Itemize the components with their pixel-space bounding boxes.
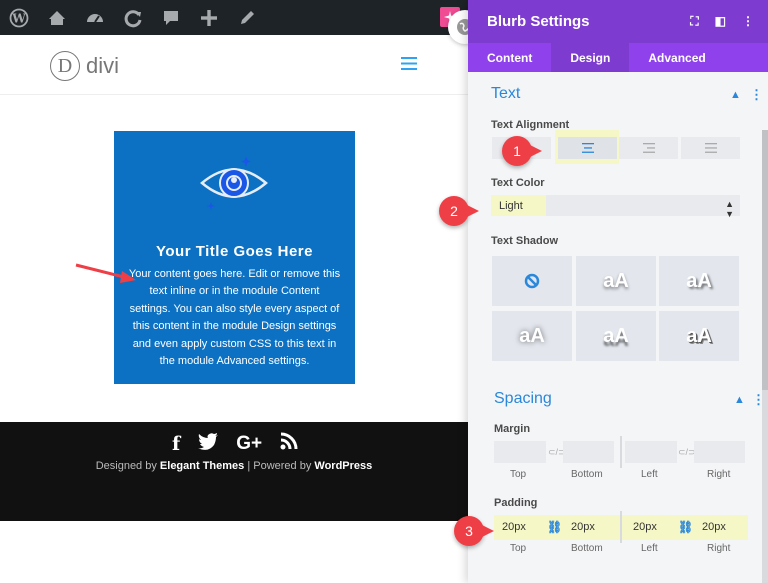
blurb-title: Your Title Goes Here (156, 243, 313, 260)
edit-pencil-icon[interactable] (228, 0, 266, 35)
callout-2: 2 (439, 196, 469, 226)
spacing-section-title[interactable]: Spacing (494, 390, 552, 408)
shadow-preset-3[interactable]: aA (492, 311, 572, 361)
align-center-icon (581, 143, 594, 153)
margin-link-icon-2[interactable]: ⊂/⊃ (678, 447, 696, 458)
text-section-title[interactable]: Text (491, 85, 520, 103)
padding-top-label: Top (510, 543, 527, 554)
margin-bottom-input[interactable] (563, 441, 614, 463)
callout-3-pointer (482, 525, 494, 537)
shadow-preview-text: aA (603, 324, 629, 347)
panel-menu-icon[interactable]: ⋮ (742, 14, 754, 29)
comments-icon[interactable] (152, 0, 190, 35)
shadow-preset-4[interactable]: aA (576, 311, 656, 361)
site-footer: f G+ Designed by Elegant Themes | Powere… (0, 422, 468, 521)
select-caret-icon: ▲ ▼ (725, 199, 734, 219)
menu-icon[interactable] (401, 57, 417, 75)
blurb-module[interactable]: Your Title Goes Here Your content goes h… (114, 131, 355, 384)
padding-top-input[interactable]: 20px (494, 516, 546, 538)
blurb-content: Your content goes here. Edit or remove t… (128, 268, 341, 368)
fullscreen-icon[interactable]: ⛶ (690, 14, 698, 29)
spacing-section-menu-icon[interactable]: ⋮ (752, 392, 765, 408)
credits-prefix: Designed by (95, 460, 160, 472)
shadow-preset-2[interactable]: aA (659, 256, 739, 306)
padding-label: Padding (494, 497, 538, 509)
callout-2-pointer (467, 205, 479, 217)
tab-advanced[interactable]: Advanced (629, 43, 724, 72)
updates-icon[interactable] (114, 0, 152, 35)
tab-design[interactable]: Design (551, 43, 630, 72)
collapse-text-chevron-icon[interactable]: ▲ (730, 89, 741, 101)
split-view-icon[interactable]: ◧ (715, 14, 726, 29)
padding-divider (620, 511, 622, 543)
add-new-icon[interactable] (190, 0, 228, 35)
panel-title: Blurb Settings (487, 13, 590, 30)
panel-tabs: Content Design Advanced (468, 43, 768, 72)
svg-text:W: W (11, 11, 26, 25)
divi-logo[interactable]: D divi (50, 51, 119, 81)
panel-header: Blurb Settings ⛶ ◧ ⋮ (468, 0, 768, 43)
admin-bar: W (0, 0, 468, 35)
align-right-icon (642, 143, 655, 153)
rss-icon[interactable] (280, 432, 298, 456)
margin-left-input[interactable] (625, 441, 677, 463)
margin-top-input[interactable] (494, 441, 546, 463)
shadow-none-option[interactable] (492, 256, 572, 306)
padding-right-label: Right (707, 543, 731, 554)
elegant-themes-link[interactable]: Elegant Themes (160, 460, 244, 472)
footer-credits: Designed by Elegant Themes | Powered by … (0, 460, 468, 472)
my-sites-icon[interactable] (38, 0, 76, 35)
shadow-preset-1[interactable]: aA (576, 256, 656, 306)
padding-link-icon[interactable]: ⛓ (547, 520, 562, 534)
dashboard-icon[interactable] (76, 0, 114, 35)
text-shadow-label: Text Shadow (491, 235, 559, 247)
margin-left-label: Left (641, 469, 658, 480)
align-right-button[interactable] (619, 137, 678, 159)
facebook-icon[interactable]: f (172, 433, 180, 455)
wordpress-link[interactable]: WordPress (314, 460, 372, 472)
social-links: f G+ (172, 432, 298, 456)
annotation-arrow-icon (75, 263, 136, 283)
align-justify-icon (704, 143, 717, 153)
collapse-spacing-chevron-icon[interactable]: ▲ (734, 394, 745, 406)
text-color-label: Text Color (491, 177, 545, 189)
margin-right-input[interactable] (694, 441, 745, 463)
logo-text: divi (86, 53, 120, 78)
padding-right-input[interactable]: 20px (694, 516, 745, 538)
no-shadow-icon (524, 273, 540, 289)
text-color-select[interactable]: Light ▲ ▼ (491, 195, 740, 219)
site-header: D divi (0, 35, 468, 95)
shadow-preview-text: aA (519, 324, 545, 347)
shadow-preview-text: aA (686, 269, 712, 292)
shadow-preset-5[interactable]: aA (659, 311, 739, 361)
padding-left-label: Left (641, 543, 658, 554)
padding-left-input[interactable]: 20px (625, 516, 677, 538)
margin-right-label: Right (707, 469, 731, 480)
align-center-button[interactable] (558, 137, 617, 159)
padding-link-icon-2[interactable]: ⛓ (678, 520, 693, 534)
margin-top-label: Top (510, 469, 527, 480)
shadow-preview-text: aA (686, 324, 712, 347)
callout-1: 1 (502, 136, 532, 166)
align-justify-button[interactable] (681, 137, 740, 159)
credits-mid: | Powered by (244, 460, 315, 472)
text-color-value: Light (499, 199, 523, 212)
wordpress-icon[interactable]: W (0, 0, 38, 35)
twitter-icon[interactable] (198, 432, 219, 456)
shadow-preview-text: aA (603, 269, 629, 292)
panel-scrollbar-thumb[interactable] (762, 130, 768, 390)
logo-mark: D (50, 51, 80, 81)
google-plus-icon[interactable]: G+ (236, 433, 262, 455)
padding-bottom-input[interactable]: 20px (563, 516, 614, 538)
margin-bottom-label: Bottom (571, 469, 603, 480)
callout-3: 3 (454, 516, 484, 546)
padding-bottom-label: Bottom (571, 543, 603, 554)
callout-1-pointer (530, 145, 542, 157)
margin-label: Margin (494, 423, 531, 435)
eye-icon (199, 151, 269, 221)
text-section-menu-icon[interactable]: ⋮ (750, 87, 763, 103)
margin-divider (620, 436, 622, 468)
tab-content[interactable]: Content (468, 43, 551, 72)
